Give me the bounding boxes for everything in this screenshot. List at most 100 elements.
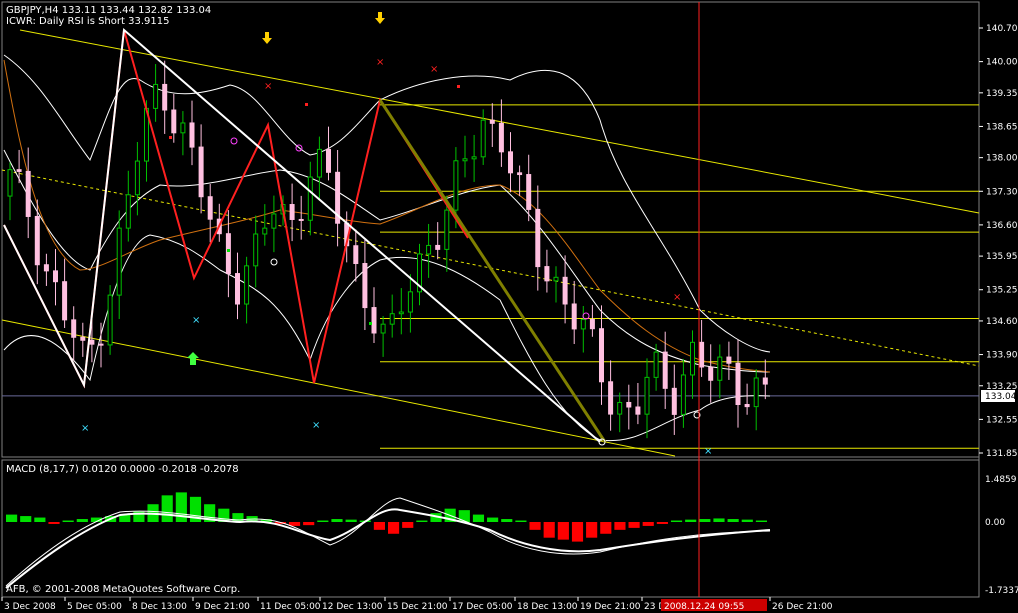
time-tick-label: 19 Dec 21:00: [580, 602, 641, 612]
bear-candle: [508, 151, 513, 174]
bear-candle: [662, 351, 668, 389]
symbol-header: GBPJPY,H4 133.11 133.44 132.82 133.04: [6, 5, 211, 16]
signal-dot: [305, 103, 308, 106]
macd-pane-frame: [1, 459, 980, 598]
macd-bar-positive: [458, 510, 470, 522]
macd-bar-positive: [317, 520, 329, 522]
bear-candle: [353, 245, 359, 265]
bull-candle: [180, 122, 186, 134]
macd-bar-positive: [62, 520, 74, 522]
macd-bar-negative: [571, 522, 584, 542]
macd-bar-negative: [642, 522, 654, 526]
bear-candle: [498, 122, 504, 153]
bear-candle: [744, 404, 750, 408]
price-tick-label: 138.00: [986, 154, 1018, 164]
main-pane-frame: [1, 1, 980, 458]
bear-candle: [626, 401, 632, 408]
bear-candle: [162, 83, 168, 111]
bull-candle: [116, 227, 122, 296]
price-tick-label: 140.70: [986, 24, 1018, 34]
bull-candle: [690, 341, 695, 376]
macd-bar-negative: [388, 522, 400, 534]
bull-candle: [753, 377, 759, 408]
macd-bar-positive: [670, 520, 683, 522]
macd-bar-negative: [303, 522, 315, 526]
macd-bar-positive: [487, 517, 499, 522]
price-tick-label: 137.30: [986, 187, 1018, 197]
bear-candle: [726, 356, 732, 364]
bull-candle: [617, 401, 623, 415]
bear-candle: [198, 146, 204, 198]
price-tick-label: 138.65: [986, 122, 1018, 132]
macd-bar-negative: [586, 522, 598, 538]
down-arrow-icon: [375, 12, 385, 24]
macd-bar-positive: [6, 514, 18, 522]
bull-candle: [244, 265, 250, 305]
bear-candle: [571, 303, 577, 330]
macd-bar-positive: [175, 492, 187, 522]
bull-candle: [644, 376, 650, 415]
time-tick-label: 9 Dec 21:00: [195, 602, 250, 612]
bear-candle: [362, 263, 368, 309]
sell-marker: ×: [376, 57, 384, 68]
bear-candle: [544, 266, 550, 282]
bull-candle: [653, 351, 659, 378]
chart-canvas[interactable]: × × × × × × × × GBPJPY,H4 133.11 133.44 132.82 …: [0, 0, 1018, 613]
bear-candle: [71, 319, 77, 338]
bear-candle: [326, 148, 331, 173]
macd-bar-positive: [331, 519, 343, 522]
bull-candle: [462, 158, 468, 162]
bear-candle: [435, 244, 441, 250]
time-tick-label: 26 Dec 21:00: [772, 602, 833, 612]
bull-candle: [580, 319, 586, 330]
bear-candle: [535, 208, 541, 268]
buy-marker: ×: [704, 446, 712, 457]
bear-candle: [517, 172, 523, 176]
bull-candle: [453, 160, 459, 211]
macd-bar-positive: [501, 519, 513, 522]
macd-bar-positive: [34, 517, 46, 522]
macd-bar-negative: [614, 522, 626, 530]
bear-candle: [599, 328, 604, 383]
bear-candle: [53, 270, 58, 283]
macd-bar-positive: [699, 519, 711, 522]
macd-bar-positive: [472, 514, 485, 522]
bear-candle: [289, 204, 295, 220]
bear-candle: [80, 336, 86, 341]
macd-bar-positive: [685, 519, 697, 522]
macd-bar-positive: [345, 519, 357, 522]
bull-candle: [398, 311, 404, 315]
bear-candle: [98, 343, 104, 346]
time-tick-label: 12 Dec 13:00: [322, 602, 383, 612]
bear-candle: [762, 377, 768, 385]
signal-dot: [169, 136, 172, 139]
price-tick-label: 132.55: [986, 415, 1018, 425]
bear-candle: [735, 362, 741, 406]
macd-bar-positive: [416, 520, 428, 522]
signal-dot: [457, 85, 460, 88]
time-tick-label: 8 Dec 13:00: [132, 602, 187, 612]
macd-bar-positive: [20, 516, 32, 522]
last-price-label: 133.04: [985, 392, 1017, 402]
bear-candle: [89, 339, 95, 345]
price-tick-label: 135.95: [986, 252, 1018, 262]
bull-candle: [316, 148, 322, 178]
bear-candle: [43, 264, 49, 272]
bear-candle: [16, 169, 22, 172]
macd-bar-negative: [628, 522, 640, 528]
bull-candle: [107, 294, 113, 346]
price-tick-label: 136.60: [986, 221, 1018, 231]
macd-bar-negative: [402, 522, 414, 528]
down-arrow-icon: [262, 32, 272, 44]
wave-line-olive: [378, 99, 607, 443]
price-tick-label: 134.60: [986, 317, 1018, 327]
macd-bar-negative: [557, 522, 569, 540]
chart-window[interactable]: × × × × × × × × GBPJPY,H4 133.11 133.44 132.82 …: [0, 0, 1018, 613]
macd-bar-positive: [727, 519, 739, 522]
buy-marker: ×: [81, 423, 89, 434]
bear-candle: [225, 233, 231, 275]
macd-bar-positive: [515, 520, 527, 522]
buy-marker: ×: [312, 420, 320, 431]
bear-candle: [171, 109, 177, 134]
bull-candle: [153, 83, 159, 109]
